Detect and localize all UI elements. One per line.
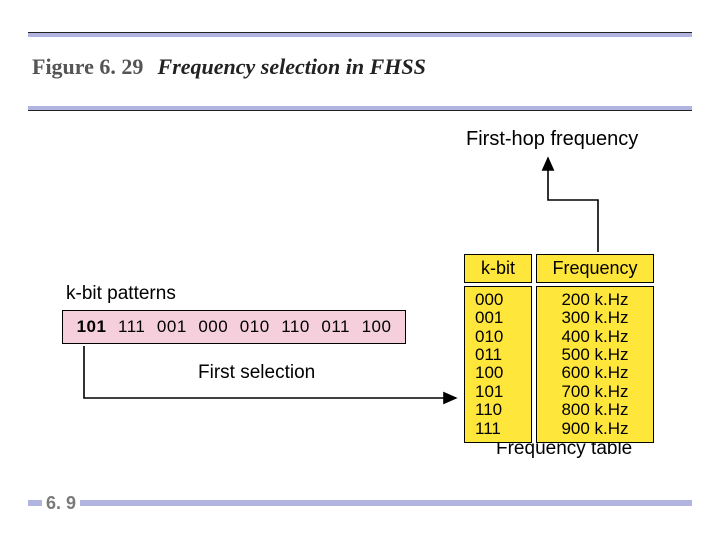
- pattern-7: 100: [362, 317, 392, 337]
- freq-body: 200 k.Hz 300 k.Hz 400 k.Hz 500 k.Hz 600 …: [536, 286, 654, 443]
- freq-cell: 400 k.Hz: [547, 328, 643, 346]
- kbit-patterns-box: 101 111 001 000 010 110 011 100: [62, 310, 406, 344]
- pattern-0: 101: [77, 317, 107, 337]
- freq-header: Frequency: [536, 254, 654, 283]
- col-frequency: Frequency 200 k.Hz 300 k.Hz 400 k.Hz 500…: [536, 254, 654, 443]
- label-first-hop: First-hop frequency: [466, 128, 638, 151]
- frequency-table: k-bit 000 001 010 011 100 101 110 111 Fr…: [464, 254, 654, 443]
- pattern-6: 011: [321, 317, 350, 337]
- kbit-cell: 111: [475, 420, 521, 438]
- pattern-4: 010: [240, 317, 270, 337]
- kbit-cell: 011: [475, 346, 521, 364]
- kbit-body: 000 001 010 011 100 101 110 111: [464, 286, 532, 443]
- freq-cell: 700 k.Hz: [547, 383, 643, 401]
- figure-title: Figure 6. 29 Frequency selection in FHSS: [32, 54, 426, 80]
- col-kbit: k-bit 000 001 010 011 100 101 110 111: [464, 254, 532, 443]
- freq-cell: 300 k.Hz: [547, 309, 643, 327]
- rule-top: [28, 32, 692, 37]
- label-kbit-patterns: k-bit patterns: [66, 283, 176, 305]
- kbit-cell: 010: [475, 328, 521, 346]
- freq-cell: 800 k.Hz: [547, 401, 643, 419]
- rule-mid: [28, 106, 692, 111]
- kbit-cell: 100: [475, 364, 521, 382]
- pattern-5: 110: [281, 317, 310, 337]
- figure-number: Figure 6. 29: [32, 54, 143, 79]
- pattern-1: 111: [118, 317, 145, 337]
- kbit-cell: 001: [475, 309, 521, 327]
- kbit-cell: 000: [475, 291, 521, 309]
- figure-caption: Frequency selection in FHSS: [158, 54, 426, 79]
- kbit-cell: 110: [475, 401, 521, 419]
- kbit-cell: 101: [475, 383, 521, 401]
- pattern-3: 000: [198, 317, 228, 337]
- freq-cell: 200 k.Hz: [547, 291, 643, 309]
- freq-cell: 500 k.Hz: [547, 346, 643, 364]
- page-number: 6. 9: [42, 493, 80, 514]
- kbit-header: k-bit: [464, 254, 532, 283]
- arrow-table-to-firsthop: [548, 158, 598, 252]
- rule-bottom: [28, 500, 692, 506]
- label-first-selection: First selection: [198, 362, 315, 384]
- pattern-2: 001: [157, 317, 187, 337]
- freq-cell: 600 k.Hz: [547, 364, 643, 382]
- freq-cell: 900 k.Hz: [547, 420, 643, 438]
